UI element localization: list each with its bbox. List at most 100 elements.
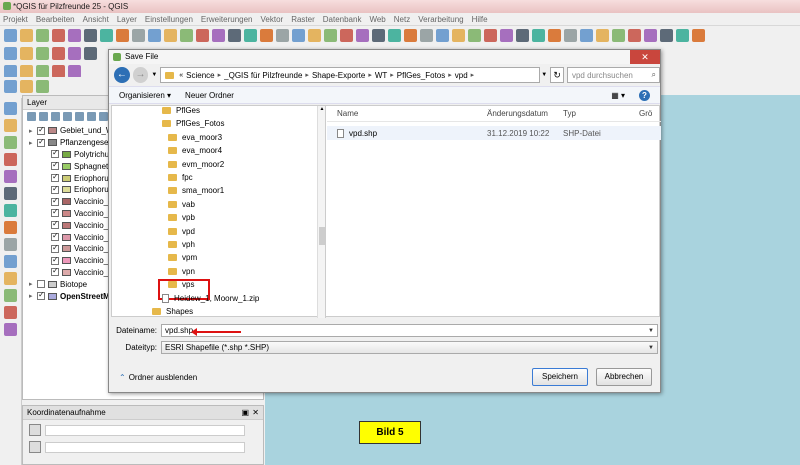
- history-dropdown-icon[interactable]: ▼: [151, 72, 157, 78]
- back-icon[interactable]: ←: [114, 67, 130, 83]
- menu-item-2[interactable]: Ansicht: [83, 15, 109, 24]
- layer-tool-icon[interactable]: [4, 221, 17, 234]
- breadcrumb-item[interactable]: vpd: [455, 71, 468, 80]
- layer-checkbox[interactable]: [51, 219, 59, 230]
- layer-checkbox[interactable]: [51, 184, 59, 194]
- filename-input[interactable]: vpd.shp ▼: [161, 323, 658, 337]
- menu-item-4[interactable]: Einstellungen: [145, 15, 193, 24]
- float-icon[interactable]: ▣: [241, 406, 249, 420]
- breadcrumb-separator-icon[interactable]: ▸: [390, 71, 394, 79]
- main-tool-icon[interactable]: [308, 28, 321, 42]
- hide-folders-icon[interactable]: ⌃: [119, 373, 126, 382]
- main-tool-icon[interactable]: [596, 28, 609, 42]
- column-type[interactable]: Typ: [563, 109, 639, 118]
- main-tool-icon[interactable]: [612, 28, 625, 42]
- main-tool-icon[interactable]: [628, 28, 641, 42]
- breadcrumb-item[interactable]: _QGIS für Pilzfreunde: [224, 71, 302, 80]
- digitize-tool-icon[interactable]: [20, 64, 33, 78]
- expand-arrow-icon[interactable]: ▸: [29, 127, 37, 135]
- layer-checkbox[interactable]: [37, 280, 45, 289]
- main-tool-icon[interactable]: [372, 28, 385, 42]
- breadcrumb-item[interactable]: WT: [375, 71, 387, 80]
- grid-icon[interactable]: [29, 441, 41, 453]
- main-tool-icon[interactable]: [452, 28, 465, 42]
- menu-item-8[interactable]: Datenbank: [323, 15, 362, 24]
- main-tool-icon[interactable]: [420, 28, 433, 42]
- main-tool-icon[interactable]: [292, 28, 305, 42]
- tree-folder-item[interactable]: evm_moor2: [168, 158, 224, 171]
- layer-tool-icon[interactable]: [4, 323, 17, 336]
- column-size[interactable]: Grö: [639, 109, 652, 118]
- digitize-tool-icon[interactable]: [36, 64, 49, 78]
- layer-tool-icon[interactable]: [4, 238, 17, 251]
- tree-folder-item[interactable]: fpc: [168, 171, 193, 184]
- layer-checkbox[interactable]: [51, 243, 59, 253]
- menu-item-0[interactable]: Projekt: [3, 15, 28, 24]
- breadcrumb-item[interactable]: Science: [186, 71, 214, 80]
- add-group-icon[interactable]: [39, 112, 48, 121]
- main-tool-icon[interactable]: [52, 28, 65, 42]
- layer-tool-icon[interactable]: [4, 272, 17, 285]
- main-tool-icon[interactable]: [148, 28, 161, 42]
- column-name[interactable]: Name: [327, 109, 487, 118]
- main-tool-icon[interactable]: [436, 28, 449, 42]
- main-tool-icon[interactable]: [484, 28, 497, 42]
- layer-checkbox[interactable]: [51, 148, 59, 159]
- main-tool-icon[interactable]: [692, 28, 705, 42]
- address-dropdown-icon[interactable]: ▼: [541, 72, 547, 78]
- main-tool-icon[interactable]: [4, 28, 17, 42]
- main-tool-icon[interactable]: [404, 28, 417, 42]
- main-tool-icon[interactable]: [180, 28, 193, 42]
- plugin-tool-icon[interactable]: [36, 79, 49, 93]
- refresh-icon[interactable]: ↻: [550, 67, 564, 83]
- layer-tool-icon[interactable]: [4, 255, 17, 268]
- tree-folder-item[interactable]: eva_moor4: [168, 144, 222, 157]
- tree-scrollbar[interactable]: ▲: [317, 106, 325, 318]
- layer-tool-icon[interactable]: [4, 136, 17, 149]
- menu-item-12[interactable]: Hilfe: [472, 15, 488, 24]
- digitize-tool-icon[interactable]: [68, 64, 81, 78]
- menu-item-11[interactable]: Verarbeitung: [418, 15, 463, 24]
- tree-folder-item[interactable]: PflGes: [162, 106, 200, 117]
- close-button[interactable]: ✕: [630, 50, 660, 64]
- layer-checkbox[interactable]: [51, 266, 59, 277]
- file-list[interactable]: Name Änderungsdatum Typ Grö vpd.shp 31.1…: [327, 106, 661, 318]
- main-tool-icon[interactable]: [164, 28, 177, 42]
- menu-item-3[interactable]: Layer: [117, 15, 137, 24]
- layer-checkbox[interactable]: [37, 290, 45, 301]
- address-bar[interactable]: « Science ▸ _QGIS für Pilzfreunde ▸ Shape-Ex…: [160, 67, 541, 83]
- layer-checkbox[interactable]: [51, 172, 59, 183]
- search-input[interactable]: vpd durchsuchen ⌕: [566, 67, 661, 83]
- edit-tool-icon[interactable]: [36, 46, 49, 60]
- filter-map-icon[interactable]: [75, 112, 84, 121]
- main-tool-icon[interactable]: [644, 28, 657, 42]
- tree-folder-item[interactable]: vph: [168, 238, 195, 251]
- main-tool-icon[interactable]: [548, 28, 561, 42]
- main-tool-icon[interactable]: [244, 28, 257, 42]
- coordinate-field-2[interactable]: [45, 441, 245, 453]
- digitize-tool-icon[interactable]: [52, 64, 65, 78]
- breadcrumb-item[interactable]: PflGes_Fotos: [397, 71, 445, 80]
- filename-dropdown-icon[interactable]: ▼: [648, 325, 654, 337]
- expand-arrow-icon[interactable]: ▸: [29, 139, 37, 147]
- expand-arrow-icon[interactable]: ▸: [29, 280, 37, 288]
- menu-item-10[interactable]: Netz: [394, 15, 410, 24]
- layer-tool-icon[interactable]: [4, 153, 17, 166]
- main-tool-icon[interactable]: [100, 28, 113, 42]
- main-tool-icon[interactable]: [468, 28, 481, 42]
- expand-arrow-icon[interactable]: ▸: [29, 292, 37, 300]
- tree-folder-item[interactable]: Shapes: [152, 305, 193, 318]
- plugin-tool-icon[interactable]: [4, 79, 17, 93]
- filetype-dropdown-icon[interactable]: ▼: [648, 342, 654, 354]
- main-tool-icon[interactable]: [84, 28, 97, 42]
- edit-tool-icon[interactable]: [20, 46, 33, 60]
- forward-icon[interactable]: →: [132, 67, 149, 83]
- menu-item-5[interactable]: Erweiterungen: [201, 15, 253, 24]
- layer-tool-icon[interactable]: [4, 119, 17, 132]
- menu-item-1[interactable]: Bearbeiten: [36, 15, 75, 24]
- main-tool-icon[interactable]: [340, 28, 353, 42]
- eye-icon[interactable]: [51, 112, 60, 121]
- filetype-select[interactable]: ESRI Shapefile (*.shp *.SHP) ▼: [161, 340, 658, 354]
- help-icon[interactable]: ?: [639, 89, 650, 101]
- tree-folder-item[interactable]: vpd: [168, 225, 195, 238]
